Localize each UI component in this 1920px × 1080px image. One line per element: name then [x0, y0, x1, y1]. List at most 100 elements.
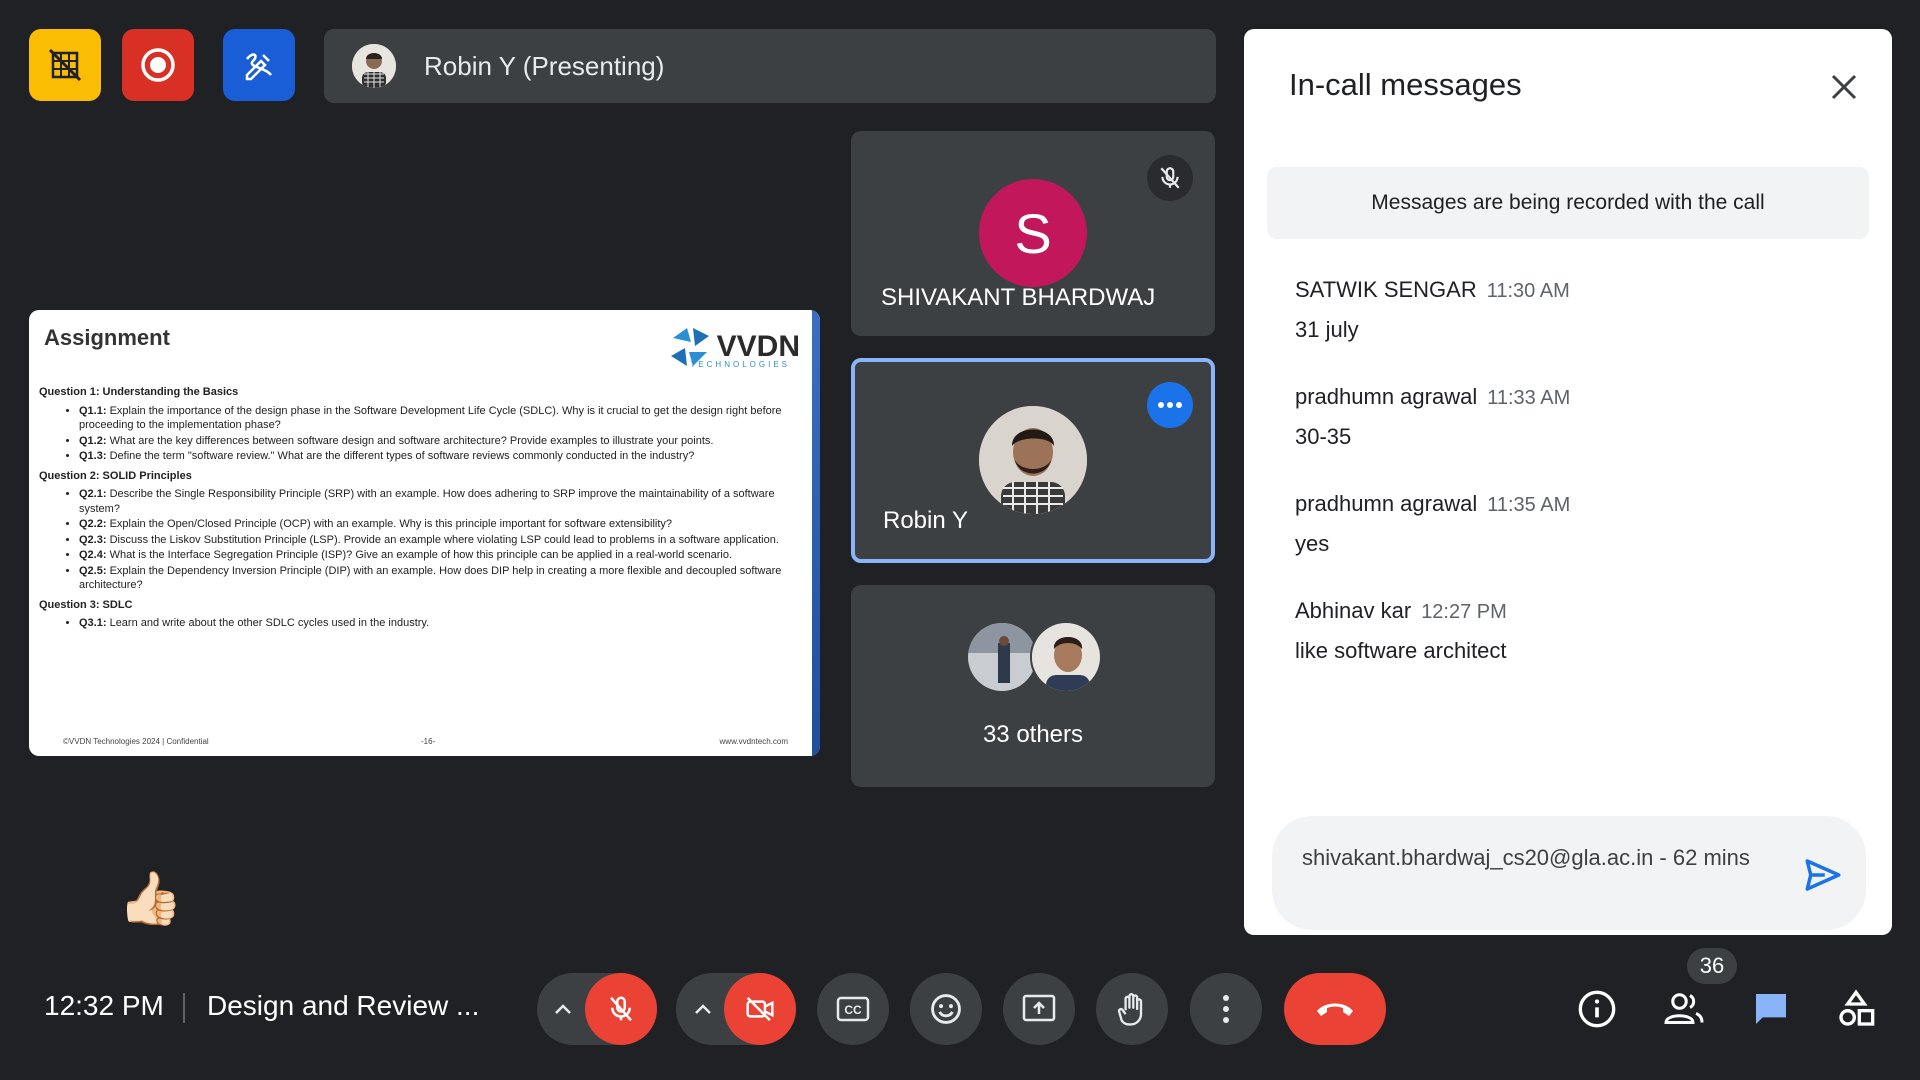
- participant-tile-shivakant[interactable]: S SHIVAKANT BHARDWAJ: [851, 131, 1215, 336]
- slide-question-heading: Question 3: SDLC: [39, 598, 133, 611]
- slide-footer-left: ©VVDN Technologies 2024 | Confidential: [63, 737, 209, 746]
- message-sender: Abhinav kar: [1295, 598, 1412, 623]
- presentation-slide: Assignment VVDN TECHNOLOGIES Question 1:…: [29, 310, 820, 756]
- chat-button[interactable]: [1747, 985, 1795, 1033]
- slide-question-text: What is the Interface Segregation Princi…: [106, 549, 733, 561]
- slide-title: Assignment: [44, 325, 170, 350]
- slide-question-label: Q1.2:: [79, 434, 107, 447]
- info-icon: [1578, 990, 1616, 1028]
- hand-icon: [1117, 993, 1143, 1026]
- slide-question-label: Q1.1:: [79, 404, 107, 417]
- logo-text: VVDN: [716, 330, 800, 363]
- slide-question-heading: Question 2: SOLID Principles: [39, 469, 192, 482]
- message-input-value[interactable]: shivakant.bhardwaj_cs20@gla.ac.in - 62 m…: [1302, 836, 1772, 880]
- slide-question-label: Q2.2:: [79, 518, 107, 530]
- participant-tile-others[interactable]: 33 others: [851, 585, 1215, 787]
- people-button[interactable]: [1660, 985, 1708, 1033]
- message-sender: SATWIK SENGAR: [1295, 277, 1477, 302]
- in-call-messages-panel: In-call messages Messages are being reco…: [1244, 29, 1892, 935]
- slide-footer-right: www.vvdntech.com: [719, 737, 788, 746]
- slide-question-item: Q2.1: Describe the Single Responsibility…: [79, 487, 799, 516]
- slide-question-item: Q2.4: What is the Interface Segregation …: [79, 548, 799, 563]
- slide-question-label: Q2.4:: [79, 549, 107, 561]
- message-time: 12:27 PM: [1421, 601, 1507, 623]
- mic-muted-icon: [1147, 155, 1193, 201]
- slide-question-label: Q2.5:: [79, 564, 107, 577]
- slide-question-label: Q2.1:: [79, 488, 107, 500]
- slide-question-text: What are the key differences between sof…: [106, 434, 714, 447]
- slide-question-text: Learn and write about the other SDLC cyc…: [106, 617, 430, 629]
- pen-scribble-icon: [245, 53, 272, 81]
- meeting-details-button[interactable]: [1573, 985, 1621, 1033]
- recording-notice: Messages are being recorded with the cal…: [1267, 167, 1869, 239]
- slide-question-list: Q2.1: Describe the Single Responsibility…: [79, 487, 799, 593]
- shapes-icon: [1839, 989, 1875, 1026]
- chevron-up-icon[interactable]: [549, 995, 577, 1023]
- chevron-up-icon[interactable]: [689, 995, 717, 1023]
- presenting-bar[interactable]: Robin Y (Presenting): [324, 29, 1216, 103]
- message-sender: pradhumn agrawal: [1295, 384, 1478, 409]
- others-avatars: [966, 621, 1102, 693]
- slide-question-text: Discuss the Liskov Substitution Principl…: [106, 533, 779, 546]
- participant-photo: [1030, 621, 1102, 693]
- thumbs-up-reaction: 👍🏻: [118, 870, 183, 928]
- more-options-button[interactable]: [1190, 973, 1262, 1045]
- svg-text:CC: CC: [844, 1003, 862, 1017]
- chat-icon: [1756, 994, 1786, 1024]
- leave-call-button[interactable]: [1284, 973, 1386, 1045]
- slide-question-item: Q1.2: What are the key differences betwe…: [79, 434, 799, 449]
- whiteboard-button[interactable]: [223, 29, 295, 101]
- more-options-icon[interactable]: [1147, 382, 1193, 428]
- captions-button[interactable]: CC: [817, 973, 889, 1045]
- message-input[interactable]: shivakant.bhardwaj_cs20@gla.ac.in - 62 m…: [1272, 816, 1866, 930]
- slide-content: Question 1: Understanding the Basics Q1.1…: [39, 380, 799, 632]
- reactions-button[interactable]: [910, 973, 982, 1045]
- slide-question-label: Q1.3:: [79, 450, 107, 462]
- present-screen-button[interactable]: [1003, 973, 1075, 1045]
- chat-message: pradhumn agrawal 11:35 AM yes: [1295, 491, 1570, 557]
- raise-hand-button[interactable]: [1096, 973, 1168, 1045]
- camera-toggle-button[interactable]: [724, 973, 796, 1045]
- divider: [183, 993, 185, 1023]
- slide-page-number: -16-: [421, 737, 436, 746]
- slide-question-item: Q2.3: Discuss the Liskov Substitution Pr…: [79, 533, 799, 548]
- slide-question-text: Explain the importance of the design pha…: [79, 404, 782, 432]
- activities-button[interactable]: [1832, 985, 1880, 1033]
- people-icon: [1664, 993, 1704, 1024]
- slide-question-text: Explain the Open/Closed Principle (OCP) …: [106, 518, 673, 530]
- people-count-badge: 36: [1687, 948, 1737, 984]
- participant-name: Robin Y: [883, 507, 968, 534]
- slide-question-list: Q3.1: Learn and write about the other SD…: [79, 616, 799, 631]
- others-count-label: 33 others: [982, 721, 1084, 748]
- microphone-toggle-button[interactable]: [585, 973, 657, 1045]
- slide-question-text: Describe the Single Responsibility Princ…: [79, 488, 775, 515]
- slide-edge: [812, 310, 820, 756]
- panel-title: In-call messages: [1289, 67, 1522, 102]
- message-text: like software architect: [1295, 638, 1507, 663]
- chat-message: pradhumn agrawal 11:33 AM 30-35: [1295, 384, 1570, 450]
- participant-photo: [979, 406, 1087, 514]
- participant-tile-robin[interactable]: Robin Y: [851, 358, 1215, 563]
- participant-avatar: S: [979, 179, 1087, 287]
- slide-question-item: Q1.1: Explain the importance of the desi…: [79, 404, 799, 433]
- no-signal-icon-button[interactable]: [29, 29, 101, 101]
- participant-photo: [966, 621, 1038, 693]
- meeting-clock: 12:32 PM: [44, 990, 164, 1021]
- vvdn-logo: VVDN TECHNOLOGIES: [667, 324, 800, 370]
- close-icon[interactable]: [1826, 69, 1862, 105]
- slide-question-list: Q1.1: Explain the importance of the desi…: [79, 404, 799, 464]
- presenter-avatar: [352, 44, 396, 88]
- chat-message: Abhinav kar 12:27 PM like software archit…: [1295, 598, 1507, 664]
- slide-question-item: Q2.5: Explain the Dependency Inversion P…: [79, 564, 799, 593]
- message-time: 11:35 AM: [1487, 494, 1571, 516]
- slide-question-item: Q3.1: Learn and write about the other SD…: [79, 616, 799, 631]
- send-icon[interactable]: [1802, 854, 1844, 896]
- message-time: 11:30 AM: [1486, 280, 1570, 302]
- slide-question-item: Q1.3: Define the term "software review."…: [79, 449, 799, 464]
- recording-button[interactable]: [122, 29, 194, 101]
- more-vert-icon: [1223, 995, 1229, 1023]
- presenting-title: Robin Y (Presenting): [424, 50, 665, 81]
- present-screen-icon: [1022, 994, 1056, 1022]
- emoji-icon: [931, 994, 961, 1024]
- meeting-title: Design and Review ...: [207, 990, 480, 1021]
